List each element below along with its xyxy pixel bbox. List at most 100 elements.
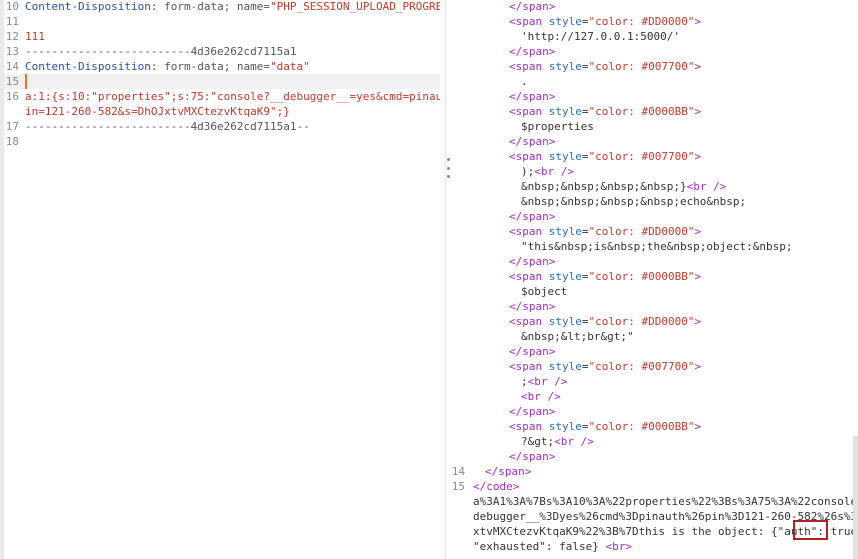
code-token: .: [521, 75, 528, 88]
code-token: "this&nbsp;is&nbsp;the&nbsp;object:&nbsp…: [521, 240, 793, 253]
right-code-line: </span>: [446, 0, 858, 14]
right-code-text: </code>: [473, 479, 519, 494]
left-code-line: 12 111: [4, 29, 440, 44]
code-token: </span>: [509, 0, 556, 13]
code-token: <span: [509, 60, 549, 73]
code-token: <span: [509, 225, 549, 238]
scrollbar[interactable]: [853, 436, 858, 559]
right-code-text: ?&gt;<br />: [521, 434, 594, 449]
code-token: "exhausted": false}: [473, 540, 606, 553]
request-editor-pane[interactable]: 10 Content-Disposition: form-data; name="…: [0, 0, 440, 559]
right-code-line: </span>: [446, 299, 858, 314]
left-line-number: 10: [5, 0, 19, 13]
code-token: in=121-260-582&s=DhOJxtvMXCtezvKtqaK9";}: [25, 105, 290, 118]
right-code-line: </span>: [446, 449, 858, 464]
right-code-line: 15 </code>: [446, 479, 858, 494]
right-code-text: <span style="color: #DD0000">: [509, 14, 701, 29]
right-code-line: <span style="color: #DD0000">: [446, 14, 858, 29]
left-code-line: 17 -------------------------4d36e262cd711…: [4, 119, 440, 134]
right-code-text: &nbsp;&nbsp;&nbsp;&nbsp;echo&nbsp;: [521, 194, 746, 209]
right-code-line: </span>: [446, 89, 858, 104]
code-token: style: [548, 15, 582, 28]
code-token: "color: #0000BB": [588, 420, 695, 433]
code-token: <br />: [554, 435, 594, 448]
right-code-line: $object: [446, 284, 858, 299]
code-token: "color: #DD0000": [588, 225, 695, 238]
right-code-text: <span style="color: #0000BB">: [509, 269, 701, 284]
code-token: );: [521, 165, 535, 178]
code-token: "color: #DD0000": [588, 315, 695, 328]
code-token: =: [581, 150, 589, 163]
code-token: "PHP_SESSION_UPLOAD_PROGRESS": [270, 0, 440, 13]
right-code-text: .: [521, 74, 528, 89]
left-line-number: 14: [5, 60, 19, 73]
left-code-text: a:1:{s:10:"properties";s:75:"console?__d…: [25, 89, 440, 104]
code-token: >: [694, 150, 702, 163]
code-token: </span>: [485, 465, 532, 478]
response-viewer-pane[interactable]: </span> <span style="color: #DD0000">'htt…: [445, 0, 858, 559]
code-token: <span: [509, 105, 549, 118]
left-line-number: 11: [5, 15, 19, 28]
right-code-line: <span style="color: #0000BB">: [446, 419, 858, 434]
left-code-line: 14 Content-Disposition: form-data; name="…: [4, 59, 440, 74]
code-token: </span>: [509, 345, 556, 358]
left-line-number: 13: [5, 45, 19, 58]
right-code-line: );<br />: [446, 164, 858, 179]
right-code-text: </span>: [509, 89, 555, 104]
code-token: : form-data; name=: [150, 60, 271, 73]
right-code-text: <span style="color: #007700">: [509, 59, 701, 74]
code-token: a%3A1%3A%7Bs%3A10%3A%22properties%22%3Bs…: [473, 495, 858, 508]
right-code-text: </span>: [485, 464, 531, 479]
right-code-text: </span>: [509, 404, 555, 419]
code-token: </code>: [473, 480, 520, 493]
right-code-line: <span style="color: #DD0000">: [446, 314, 858, 329]
right-code-text: </span>: [509, 344, 555, 359]
right-code-line: &nbsp;&nbsp;&nbsp;&nbsp;}<br />: [446, 179, 858, 194]
code-token: >: [694, 360, 702, 373]
code-token: -------------------------4d36e262cd7115a…: [25, 45, 297, 58]
right-code-line: &nbsp;&lt;br&gt;": [446, 329, 858, 344]
code-token: =: [581, 270, 589, 283]
code-token: >: [694, 225, 702, 238]
code-token: style: [548, 315, 582, 328]
code-token: style: [548, 360, 582, 373]
code-token: </span>: [509, 90, 556, 103]
code-token: Content-Disposition: [25, 60, 151, 73]
right-code-line: <span style="color: #0000BB">: [446, 269, 858, 284]
code-token: style: [548, 225, 582, 238]
right-code-text: $properties: [521, 119, 594, 134]
right-code-text: <span style="color: #007700">: [509, 149, 701, 164]
code-token: "color: #0000BB": [588, 105, 695, 118]
code-token: : form-data; name=: [150, 0, 271, 13]
code-token: style: [548, 150, 582, 163]
code-token: <br />: [686, 180, 727, 193]
code-token: </span>: [509, 300, 556, 313]
right-code-text: </span>: [509, 134, 555, 149]
code-token: Content-Disposition: [25, 0, 151, 13]
right-code-text: </span>: [509, 44, 555, 59]
right-code-line: &nbsp;&nbsp;&nbsp;&nbsp;echo&nbsp;: [446, 194, 858, 209]
left-code-line: 13 -------------------------4d36e262cd711…: [4, 44, 440, 59]
right-code-line: </span>: [446, 254, 858, 269]
code-token: "color: #0000BB": [588, 270, 695, 283]
right-code-line: ;<br />: [446, 374, 858, 389]
code-token: </span>: [509, 210, 556, 223]
code-token: style: [548, 105, 582, 118]
code-token: =: [581, 15, 589, 28]
code-token: =: [581, 420, 589, 433]
code-token: >: [694, 15, 702, 28]
right-code-line: "this&nbsp;is&nbsp;the&nbsp;object:&nbsp…: [446, 239, 858, 254]
right-code-line: </span>: [446, 344, 858, 359]
right-code-text: </span>: [509, 0, 555, 14]
code-token: "color: #007700": [588, 60, 695, 73]
left-code-line: 18: [4, 134, 440, 149]
right-code-line: </span>: [446, 134, 858, 149]
right-code-text: </span>: [509, 449, 555, 464]
code-token: "color: #007700": [588, 360, 695, 373]
code-token: ?&gt;: [521, 435, 555, 448]
right-code-text: &nbsp;&nbsp;&nbsp;&nbsp;}<br />: [521, 179, 726, 194]
code-token: &nbsp;&nbsp;&nbsp;&nbsp;}: [521, 180, 687, 193]
right-line-number: 14: [451, 465, 465, 478]
code-token: 'http://127.0.0.1:5000/': [521, 30, 680, 43]
code-token: </span>: [509, 45, 556, 58]
